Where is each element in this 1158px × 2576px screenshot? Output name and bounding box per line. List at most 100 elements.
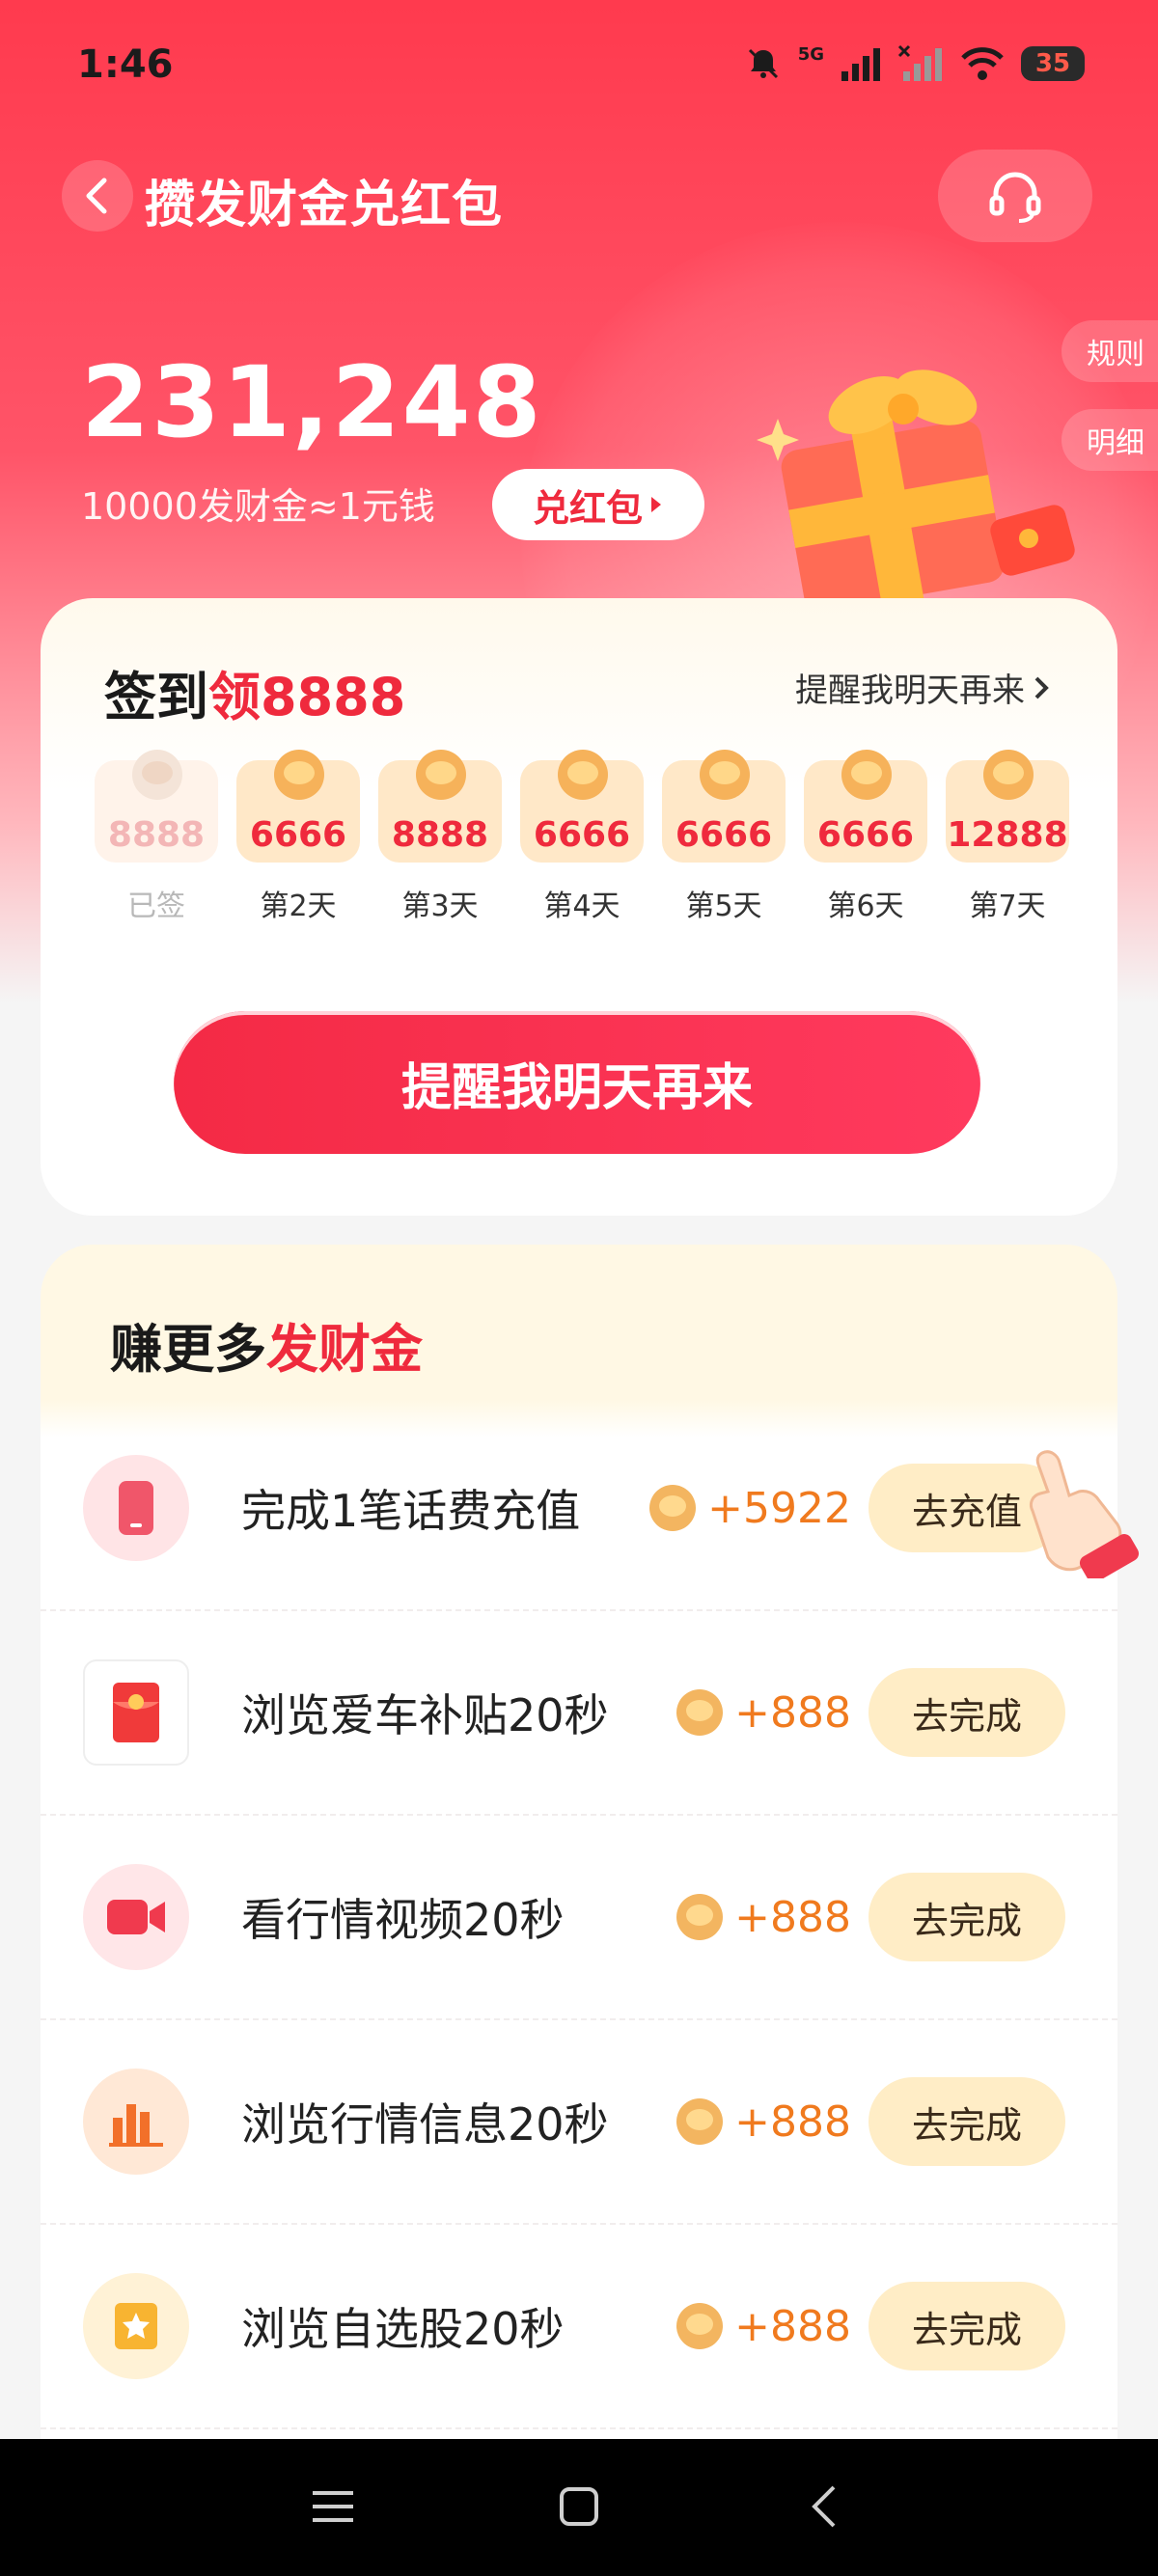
phone-icon — [83, 1455, 189, 1561]
task-row: 完成1笔话费充值 +5922 去充值 — [41, 1407, 1117, 1611]
task-action-button[interactable]: 去完成 — [868, 2282, 1065, 2370]
coin-icon — [558, 750, 608, 800]
task-row: 浏览自选股20秒 +888 去完成 — [41, 2225, 1117, 2429]
day-value: 6666 — [816, 815, 915, 855]
signin-card: 签到领8888 提醒我明天再来 8888 已签 6666 第2天 8888 第3… — [41, 598, 1117, 1216]
earn-title-highlight: 发财金 — [266, 1319, 423, 1380]
day-label: 第5天 — [685, 890, 762, 923]
coin-icon — [700, 750, 750, 800]
day-reward-box: 6666 — [804, 750, 927, 863]
battery-indicator: 35 — [1021, 46, 1085, 81]
day-value: 8888 — [391, 815, 489, 855]
task-action-button[interactable]: 去完成 — [868, 1873, 1065, 1961]
task-reward: +888 — [675, 2301, 851, 2351]
signin-day: 8888 第3天 — [378, 750, 502, 924]
menu-icon[interactable] — [311, 2485, 355, 2528]
signin-day: 6666 第5天 — [662, 750, 786, 924]
task-reward: +5922 — [648, 1483, 851, 1533]
exchange-rate: 10000发财金≈1元钱 — [81, 485, 435, 528]
task-name: 浏览自选股20秒 — [241, 2303, 565, 2355]
day-reward-box: 6666 — [662, 750, 786, 863]
coin-icon — [676, 2098, 724, 2145]
remind-tomorrow-button[interactable]: 提醒我明天再来 — [174, 1011, 980, 1154]
task-action-button[interactable]: 去完成 — [868, 1668, 1065, 1757]
redeem-red-packet-button[interactable]: 兑红包 — [492, 469, 704, 540]
status-icons: 5G 35 — [744, 44, 1085, 83]
signin-title-prefix: 签到 — [104, 667, 208, 727]
back-nav-icon[interactable] — [809, 2483, 840, 2530]
coin-icon — [676, 2303, 724, 2349]
signin-day: 8888 已签 — [95, 750, 218, 924]
coin-icon — [649, 1485, 697, 1531]
day-label: 已签 — [127, 890, 185, 923]
signin-day: 6666 第2天 — [236, 750, 360, 924]
customer-service-button[interactable] — [938, 150, 1092, 242]
earn-title: 赚更多发财金 — [110, 1306, 423, 1383]
signin-title: 签到领8888 — [104, 654, 405, 730]
mute-bell-icon — [748, 48, 778, 79]
caret-right-icon — [651, 497, 661, 512]
day-label: 第4天 — [543, 890, 620, 923]
back-button[interactable] — [62, 160, 133, 232]
task-name: 浏览爱车补贴20秒 — [241, 1689, 609, 1741]
redeem-label: 兑红包 — [532, 486, 643, 530]
coin-icon — [983, 750, 1034, 800]
signal-off-icon — [897, 44, 942, 81]
task-action-button[interactable]: 去完成 — [868, 2077, 1065, 2166]
day-value: 6666 — [249, 815, 347, 855]
chevron-right-icon — [1034, 676, 1049, 699]
day-reward-box: 8888 — [95, 750, 218, 863]
coin-icon — [274, 750, 324, 800]
day-label: 第6天 — [827, 890, 904, 923]
status-time: 1:46 — [77, 42, 174, 87]
system-navigation-bar — [0, 2439, 1158, 2576]
signin-title-highlight: 领8888 — [208, 667, 406, 727]
remind-tomorrow-link[interactable]: 提醒我明天再来 — [795, 664, 1050, 711]
signal-icon — [841, 48, 880, 81]
day-value: 6666 — [533, 815, 631, 855]
home-icon[interactable] — [558, 2485, 600, 2528]
coin-icon — [676, 1894, 724, 1940]
day-label: 第3天 — [401, 890, 479, 923]
bar-chart-icon — [83, 2069, 189, 2175]
wifi-icon — [961, 47, 1004, 80]
signin-day: 12888 第7天 — [946, 750, 1069, 924]
task-name: 浏览行情信息20秒 — [241, 2098, 609, 2151]
star-icon — [83, 2273, 189, 2379]
earn-more-card: 赚更多发财金 完成1笔话费充值 +5922 去充值 浏览爱车补贴20秒 +888… — [41, 1245, 1117, 2441]
day-label: 第7天 — [969, 890, 1046, 923]
task-reward-value: +888 — [734, 2096, 851, 2147]
headset-icon — [989, 172, 1041, 223]
task-reward: +888 — [675, 1687, 851, 1738]
chevron-left-icon — [86, 178, 107, 214]
red-envelope-icon — [83, 1659, 189, 1766]
task-row: 浏览行情信息20秒 +888 去完成 — [41, 2020, 1117, 2225]
points-balance: 231,248 — [81, 345, 543, 460]
day-reward-box: 12888 — [946, 750, 1069, 863]
signin-days: 8888 已签 6666 第2天 8888 第3天 6666 第4天 6666 … — [95, 750, 1069, 924]
coin-icon — [416, 750, 466, 800]
coin-icon — [132, 750, 182, 800]
task-reward: +888 — [675, 1892, 851, 1942]
earn-title-prefix: 赚更多 — [110, 1319, 266, 1380]
task-reward: +888 — [675, 2096, 851, 2147]
video-camera-icon — [83, 1864, 189, 1970]
coin-icon — [676, 1689, 724, 1736]
day-reward-box: 6666 — [236, 750, 360, 863]
day-label: 第2天 — [260, 890, 337, 923]
day-reward-box: 6666 — [520, 750, 644, 863]
task-reward-value: +888 — [734, 1892, 851, 1942]
status-bar: 1:46 5G 35 — [0, 0, 1158, 135]
day-value: 8888 — [107, 815, 206, 855]
signin-day: 6666 第6天 — [804, 750, 927, 924]
task-name: 看行情视频20秒 — [241, 1894, 565, 1946]
day-value: 6666 — [675, 815, 773, 855]
gift-box-illustration — [757, 370, 1075, 613]
network-label: 5G — [797, 44, 824, 65]
task-name: 完成1笔话费充值 — [241, 1485, 581, 1537]
coin-icon — [841, 750, 892, 800]
remind-link-label: 提醒我明天再来 — [795, 671, 1025, 710]
signin-day: 6666 第4天 — [520, 750, 644, 924]
task-row: 看行情视频20秒 +888 去完成 — [41, 1816, 1117, 2020]
task-reward-value: +5922 — [707, 1483, 851, 1533]
